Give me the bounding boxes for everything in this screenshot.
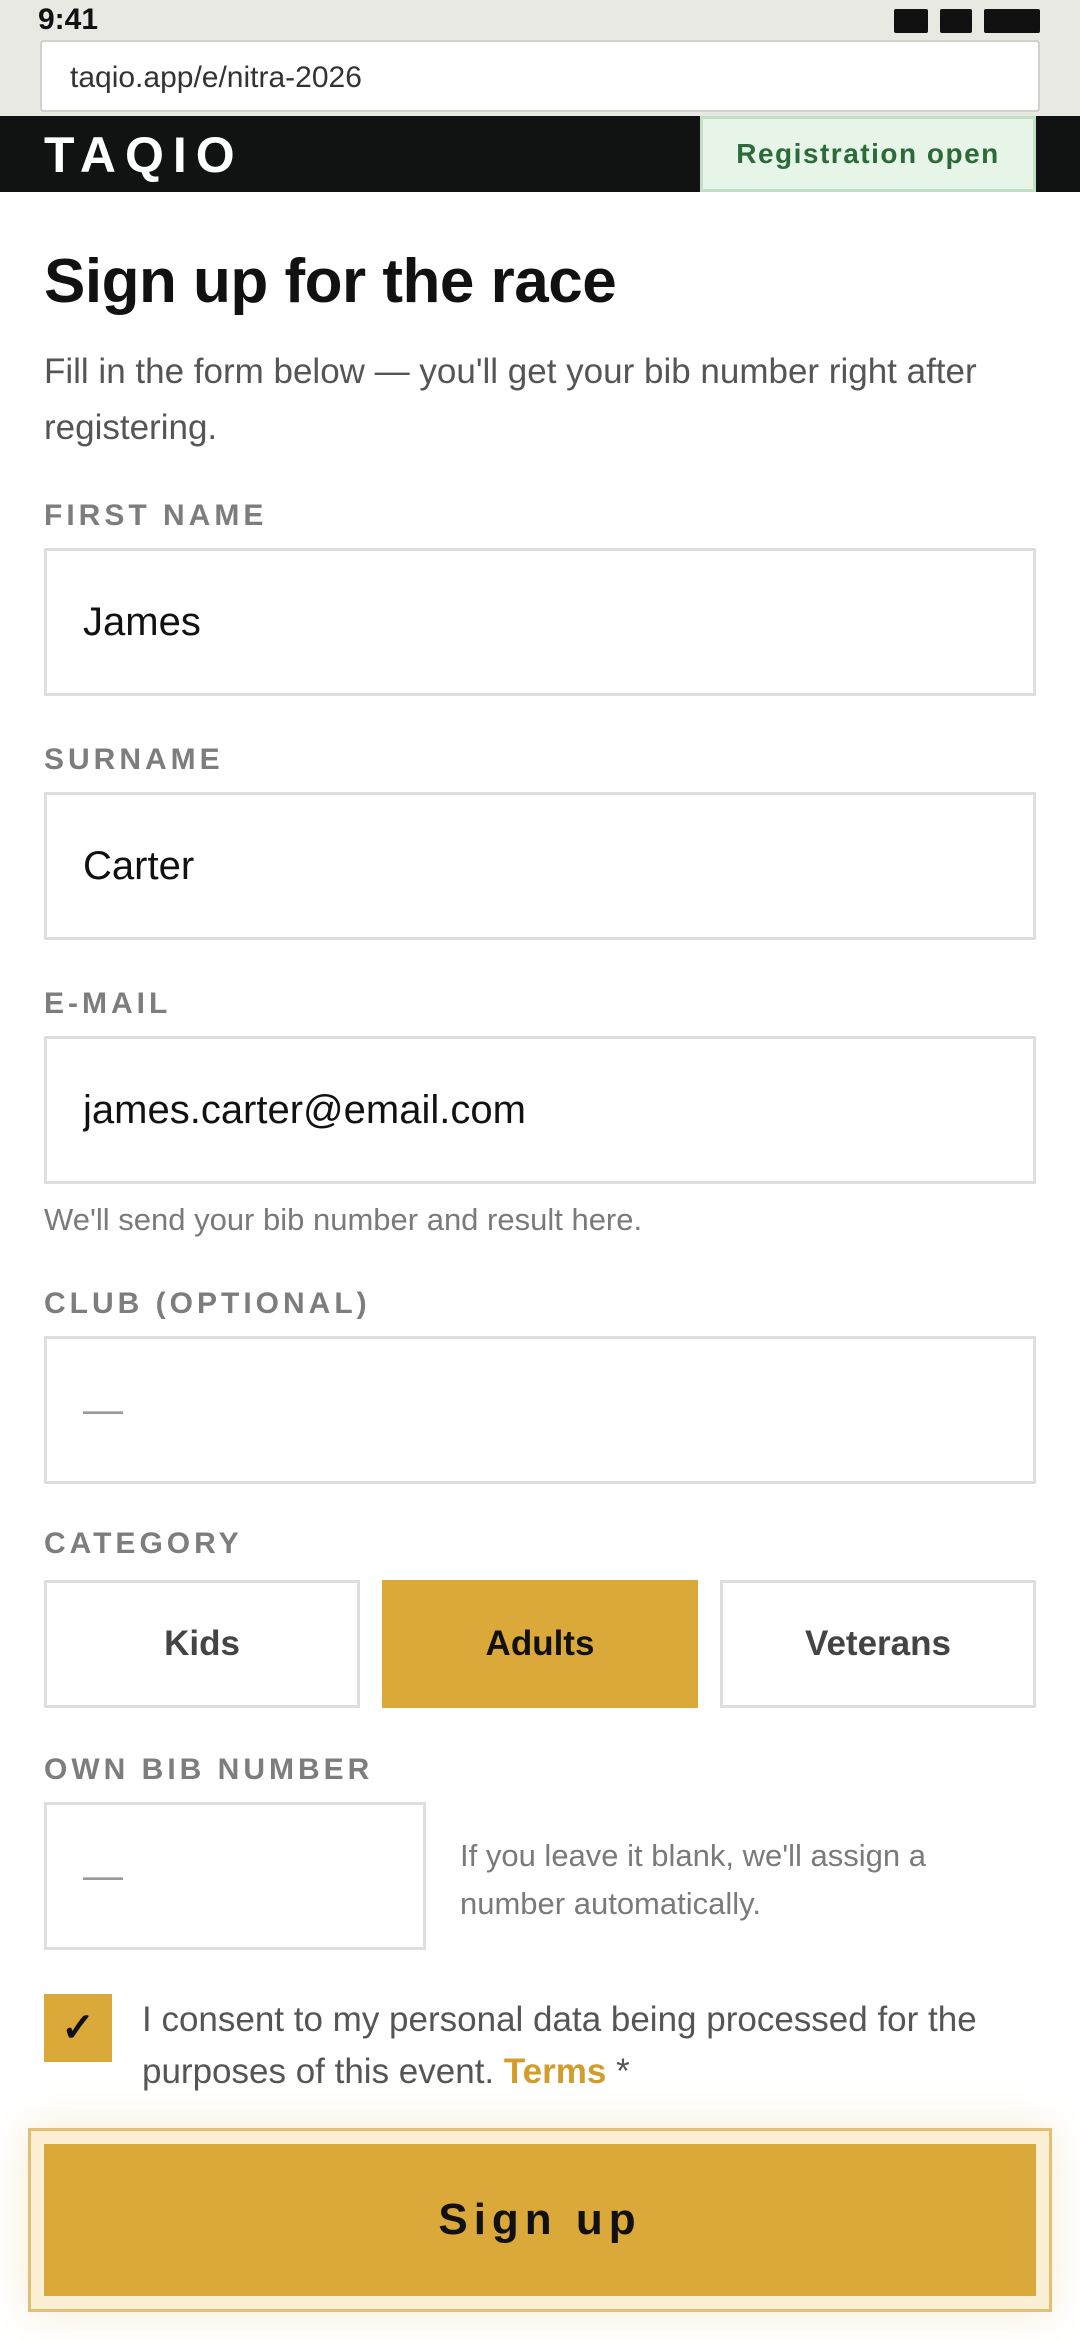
- club-label: CLUB (OPTIONAL): [44, 1287, 371, 1320]
- consent-checkbox[interactable]: ✓: [44, 1994, 112, 2062]
- category-option-kids[interactable]: Kids: [44, 1580, 360, 1708]
- bib-number-hint: If you leave it blank, we'll assign a nu…: [460, 1838, 926, 1921]
- battery-icon: [984, 9, 1040, 33]
- surname-input[interactable]: [83, 843, 997, 889]
- bib-number-field[interactable]: [44, 1802, 426, 1950]
- site-header: TAQIO Registration open: [0, 116, 1080, 192]
- signal-icon: [894, 9, 928, 33]
- bib-number-input[interactable]: [83, 1853, 387, 1899]
- surname-label: SURNAME: [44, 743, 224, 776]
- club-field[interactable]: [44, 1336, 1036, 1484]
- email-input[interactable]: [83, 1087, 997, 1133]
- page-title: Sign up for the race: [44, 247, 617, 316]
- surname-field[interactable]: [44, 792, 1036, 940]
- category-option-adults[interactable]: Adults: [382, 1580, 698, 1708]
- category-label: CATEGORY: [44, 1527, 243, 1560]
- browser-toolbar: taqio.app/e/nitra-2026: [0, 40, 1080, 116]
- registration-status-badge: Registration open: [700, 116, 1036, 192]
- club-input[interactable]: [83, 1387, 997, 1433]
- consent-text: I consent to my personal data being proc…: [142, 1994, 1042, 2098]
- required-mark: *: [616, 2052, 630, 2091]
- first-name-field[interactable]: [44, 548, 1036, 696]
- email-field[interactable]: [44, 1036, 1036, 1184]
- address-bar[interactable]: taqio.app/e/nitra-2026: [40, 40, 1040, 112]
- status-time: 9:41: [38, 3, 99, 36]
- sign-up-button[interactable]: Sign up: [44, 2144, 1036, 2296]
- first-name-label: FIRST NAME: [44, 499, 268, 532]
- email-label: E-MAIL: [44, 987, 172, 1020]
- status-icons: [894, 9, 1040, 33]
- checkmark-icon: ✓: [61, 2006, 95, 2050]
- wifi-icon: [940, 9, 972, 33]
- bib-number-label: OWN BIB NUMBER: [44, 1753, 374, 1786]
- email-hint: We'll send your bib number and result he…: [44, 1202, 643, 1237]
- first-name-input[interactable]: [83, 599, 997, 645]
- page-subtitle: Fill in the form below — you'll get your…: [44, 352, 977, 447]
- category-option-veterans[interactable]: Veterans: [720, 1580, 1036, 1708]
- address-bar-url: taqio.app/e/nitra-2026: [70, 61, 362, 94]
- terms-link[interactable]: Terms: [504, 2052, 606, 2091]
- status-bar: 9:41: [0, 0, 1080, 40]
- brand-logo[interactable]: TAQIO: [44, 128, 244, 182]
